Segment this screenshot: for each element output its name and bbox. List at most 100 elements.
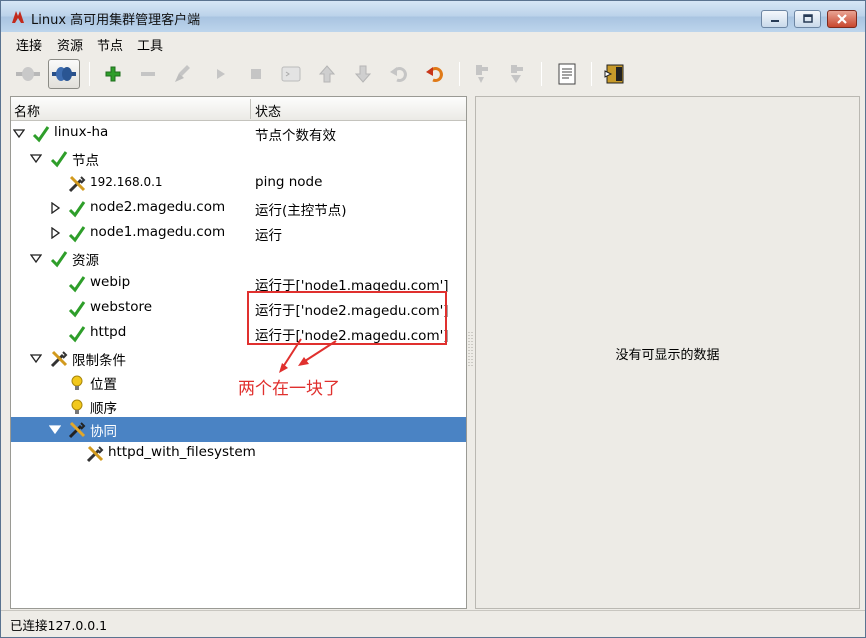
- exit-icon: [604, 64, 624, 84]
- active-button[interactable]: [501, 59, 533, 89]
- app-window: Linux 高可用集群管理客户端 连接 资源 节点 工具 名称 状态 linux…: [0, 0, 866, 638]
- play-icon: [217, 69, 225, 79]
- check-icon: [68, 201, 86, 218]
- toolbar-separator: [89, 62, 90, 86]
- migrate-button[interactable]: [419, 59, 451, 89]
- tree-row-status: 运行: [255, 228, 282, 244]
- tree-row-cluster[interactable]: linux-ha 节点个数有效: [11, 121, 466, 146]
- menu-resources[interactable]: 资源: [57, 35, 83, 54]
- cluster-tree[interactable]: 名称 状态 linux-ha 节点个数有效 节点 192.168.0.1 pin…: [10, 96, 467, 609]
- tree-row-status: ping node: [255, 174, 323, 190]
- check-icon: [32, 126, 50, 143]
- chevron-down-icon[interactable]: [30, 252, 42, 264]
- status-bar: 已连接127.0.0.1: [1, 610, 865, 637]
- tree-row-label: 限制条件: [72, 353, 126, 369]
- tree-row-ping-node[interactable]: 192.168.0.1 ping node: [11, 171, 466, 196]
- maximize-icon: [802, 14, 813, 23]
- menu-connection[interactable]: 连接: [16, 35, 42, 54]
- tree-row-constraints[interactable]: 限制条件: [11, 346, 466, 371]
- tools-icon: [50, 350, 68, 368]
- standby-button[interactable]: [466, 59, 498, 89]
- minimize-button[interactable]: [761, 10, 788, 28]
- tree-row-colocation[interactable]: 协同: [11, 417, 466, 442]
- chevron-down-icon[interactable]: [13, 127, 25, 139]
- connect-button[interactable]: [48, 59, 80, 89]
- check-icon: [50, 151, 68, 168]
- lightbulb-icon: [71, 399, 83, 414]
- check-icon: [68, 301, 86, 318]
- menu-nodes[interactable]: 节点: [97, 35, 123, 54]
- log-button[interactable]: [551, 59, 583, 89]
- document-icon: [558, 63, 576, 85]
- plus-icon: [105, 66, 121, 82]
- tree-row-label: webip: [90, 274, 131, 290]
- connection-status: 已连接127.0.0.1: [10, 618, 108, 633]
- check-icon: [68, 326, 86, 343]
- undo-icon: [390, 67, 407, 82]
- column-divider[interactable]: [250, 99, 251, 119]
- splitter-grip-icon: [468, 332, 473, 366]
- tree-row-resources[interactable]: 资源: [11, 246, 466, 271]
- arrow-down-icon: [354, 65, 372, 83]
- title-bar: Linux 高可用集群管理客户端: [1, 1, 865, 32]
- tree-header: 名称 状态: [11, 97, 466, 121]
- close-button[interactable]: [827, 10, 857, 28]
- tree-row-node1[interactable]: node1.magedu.com 运行: [11, 221, 466, 246]
- tree-row-label: node1.magedu.com: [90, 224, 226, 240]
- check-icon: [68, 226, 86, 243]
- disconnect-icon: [16, 67, 40, 81]
- move-down-button[interactable]: [347, 59, 379, 89]
- column-header-name[interactable]: 名称: [14, 101, 40, 120]
- undo-button[interactable]: [383, 59, 415, 89]
- toolbar-separator: [459, 62, 460, 86]
- default-button[interactable]: [275, 59, 307, 89]
- move-up-button[interactable]: [311, 59, 343, 89]
- remove-button[interactable]: [132, 59, 164, 89]
- tree-row-label: httpd_with_filesystem: [108, 444, 256, 460]
- tools-icon: [86, 445, 104, 463]
- tree-row-colocation-rule[interactable]: httpd_with_filesystem: [11, 441, 466, 466]
- chevron-down-icon[interactable]: [30, 152, 42, 164]
- tree-row-label: 顺序: [90, 401, 117, 417]
- maximize-button[interactable]: [794, 10, 821, 28]
- broom-icon: [175, 65, 190, 82]
- chevron-right-icon[interactable]: [49, 202, 61, 214]
- tree-row-label: 协同: [90, 424, 117, 440]
- tree-row-label: httpd: [90, 324, 127, 340]
- column-header-status[interactable]: 状态: [255, 101, 281, 120]
- tree-row-status: 节点个数有效: [255, 128, 336, 144]
- start-button[interactable]: [205, 59, 237, 89]
- tree-row-label: 位置: [90, 377, 117, 393]
- lightbulb-icon: [71, 375, 83, 390]
- chevron-down-icon[interactable]: [30, 352, 42, 364]
- add-button[interactable]: [97, 59, 129, 89]
- tree-row-label: 资源: [72, 253, 99, 269]
- tools-icon: [68, 421, 86, 439]
- node-active-icon: [511, 65, 523, 83]
- empty-state-message: 没有可显示的数据: [615, 348, 720, 363]
- arrow-up-icon: [318, 65, 336, 83]
- tree-row-label: 192.168.0.1: [90, 175, 163, 189]
- menu-tools[interactable]: 工具: [137, 35, 163, 54]
- chevron-right-icon[interactable]: [49, 227, 61, 239]
- window-title: Linux 高可用集群管理客户端: [31, 13, 201, 28]
- app-logo-icon: [12, 11, 24, 23]
- cleanup-button[interactable]: [167, 59, 199, 89]
- tree-row-nodes[interactable]: 节点: [11, 146, 466, 171]
- stop-icon: [251, 69, 261, 79]
- tree-row-label: 节点: [72, 153, 99, 169]
- chevron-down-icon[interactable]: [49, 423, 61, 435]
- undo-icon: [426, 67, 443, 82]
- check-icon: [50, 251, 68, 268]
- panel-splitter[interactable]: [467, 96, 475, 609]
- close-icon: [837, 14, 847, 24]
- tree-row-node2[interactable]: node2.magedu.com 运行(主控节点): [11, 196, 466, 221]
- tree-row-label: webstore: [90, 299, 153, 315]
- exit-button[interactable]: [599, 59, 631, 89]
- disconnect-button[interactable]: [12, 59, 44, 89]
- detail-panel: 没有可显示的数据: [475, 96, 860, 609]
- stop-button[interactable]: [240, 59, 272, 89]
- toolbar: [1, 54, 865, 94]
- annotation-text: 两个在一块了: [238, 379, 340, 399]
- terminal-icon: [281, 66, 301, 82]
